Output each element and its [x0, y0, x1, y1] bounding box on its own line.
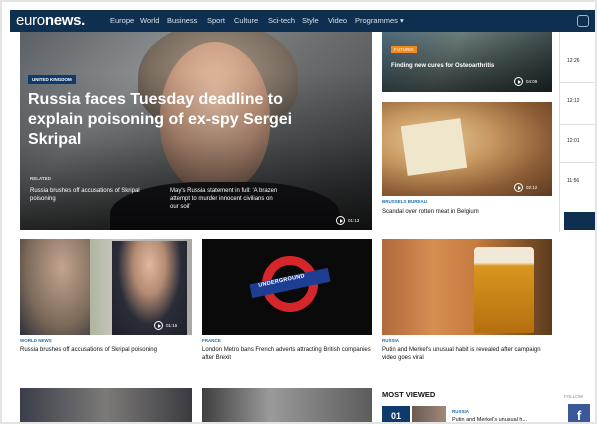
- logo-news: news.: [44, 12, 86, 29]
- right-card-1-duration: 04:09: [526, 79, 538, 84]
- hero-related-link-2[interactable]: May's Russia statement in full: 'A braze…: [170, 187, 280, 211]
- timeline-time[interactable]: 11:56: [567, 178, 579, 185]
- most-viewed-rank: 01: [382, 406, 410, 422]
- timeline-time[interactable]: 12:12: [567, 98, 580, 105]
- follow-label: FOLLOW: [564, 394, 584, 399]
- euronews-logo[interactable]: euronews.: [16, 12, 85, 30]
- middle-card-1-tag[interactable]: WORLD NEWS: [20, 338, 52, 344]
- logo-euro: euro: [16, 12, 45, 29]
- nav-europe[interactable]: Europe: [110, 16, 134, 26]
- timeline-time[interactable]: 12:01: [567, 138, 580, 145]
- nav-culture[interactable]: Culture: [234, 16, 258, 26]
- middle-card-3-tag[interactable]: RUSSIA: [382, 338, 399, 344]
- facebook-icon[interactable]: f: [568, 404, 590, 422]
- middle-card-1-person-2: [112, 241, 187, 335]
- hero-duration: 01:13: [348, 218, 360, 223]
- nav-sport[interactable]: Sport: [207, 16, 225, 26]
- middle-card-1-image[interactable]: [20, 239, 192, 335]
- hero-article[interactable]: UNITED KINGDOM Russia faces Tuesday dead…: [20, 32, 372, 230]
- hero-tag[interactable]: UNITED KINGDOM: [28, 75, 76, 84]
- most-viewed-thumbnail[interactable]: [412, 406, 446, 422]
- middle-card-1-duration: 01:15: [166, 323, 178, 328]
- timeline-divider: [559, 162, 595, 163]
- hero-related-link-1[interactable]: Russia brushes off accusations of Skripa…: [30, 187, 140, 203]
- timeline-more-button[interactable]: [564, 212, 595, 230]
- timeline-divider: [559, 82, 595, 83]
- play-icon[interactable]: [514, 77, 523, 86]
- language-icon[interactable]: [577, 15, 589, 27]
- middle-card-3-title[interactable]: Putin and Merkel's unusual habit is reve…: [382, 346, 552, 362]
- middle-card-2-tag[interactable]: FRANCE: [202, 338, 221, 344]
- nav-video[interactable]: Video: [328, 16, 347, 26]
- hero-related-label: RELATED: [30, 176, 51, 181]
- page-frame: euronews. Europe World Business Sport Cu…: [0, 0, 597, 424]
- beer-glass: [474, 247, 534, 333]
- bottom-card-2-image[interactable]: [202, 388, 372, 422]
- most-viewed-tag[interactable]: RUSSIA: [452, 409, 469, 415]
- timeline-divider: [559, 124, 595, 125]
- nav-sci-tech[interactable]: Sci-tech: [268, 16, 295, 26]
- middle-card-1-title[interactable]: Russia brushes off accusations of Skripa…: [20, 346, 192, 354]
- right-card-1-title[interactable]: Finding new cures for Osteoarthritis: [391, 62, 511, 70]
- nav-world[interactable]: World: [140, 16, 159, 26]
- play-icon[interactable]: [336, 216, 345, 225]
- right-card-2-tag[interactable]: BRUSSELS BUREAU: [382, 199, 427, 205]
- right-card-2-image[interactable]: [382, 102, 552, 196]
- bottom-card-1-image[interactable]: [20, 388, 192, 422]
- middle-card-2-image[interactable]: UNDERGROUND: [202, 239, 372, 335]
- play-icon[interactable]: [514, 183, 523, 192]
- right-card-2-paper: [400, 118, 468, 176]
- nav-business[interactable]: Business: [167, 16, 197, 26]
- play-icon[interactable]: [154, 321, 163, 330]
- right-card-2-title[interactable]: Scandal over rotten meat in Belgium: [382, 208, 552, 216]
- right-card-2-duration: 02:12: [526, 185, 538, 190]
- timeline-time[interactable]: 12:26: [567, 58, 580, 65]
- most-viewed-heading: MOST VIEWED: [382, 390, 436, 399]
- nav-style[interactable]: Style: [302, 16, 319, 26]
- hero-title[interactable]: Russia faces Tuesday deadline to explain…: [28, 90, 328, 150]
- middle-card-2-title[interactable]: London Metro bans French adverts attract…: [202, 346, 372, 362]
- middle-card-1-person-1: [20, 239, 90, 335]
- most-viewed-title[interactable]: Putin and Merkel's unusual h...: [452, 417, 527, 422]
- nav-programmes[interactable]: Programmes ▾: [355, 16, 404, 26]
- middle-card-3-image[interactable]: [382, 239, 552, 335]
- right-card-1-tag[interactable]: FUTURIS: [391, 46, 417, 53]
- top-nav-bar: euronews. Europe World Business Sport Cu…: [10, 10, 595, 32]
